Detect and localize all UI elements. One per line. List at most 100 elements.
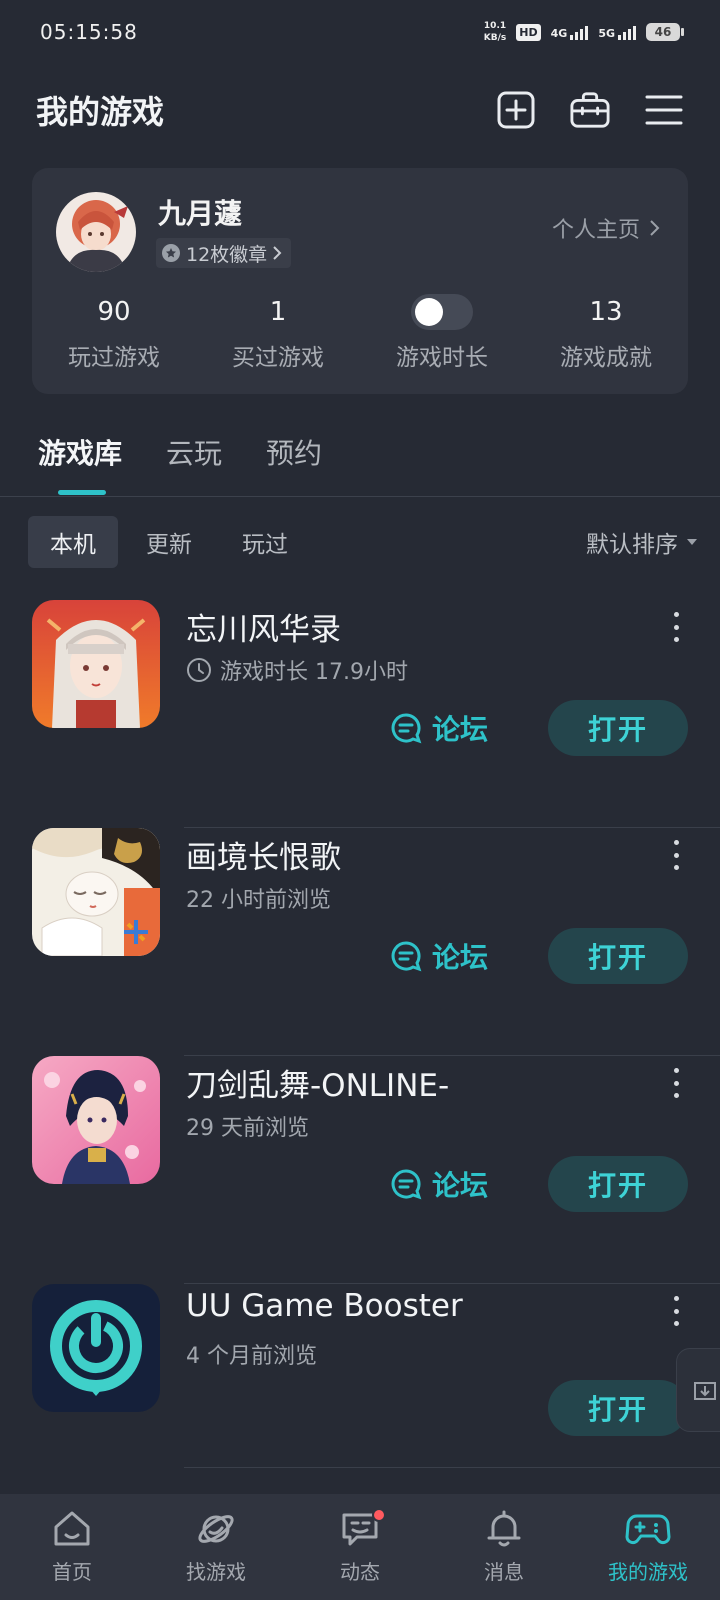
game-icon[interactable]: [32, 1284, 160, 1412]
medal-icon: [162, 244, 180, 262]
game-subtitle: 4 个月前浏览: [186, 1338, 317, 1370]
game-icon[interactable]: [32, 1056, 160, 1184]
forum-icon: [391, 1169, 422, 1200]
bottom-nav: 首页 找游戏 动态 消息 我的游戏: [0, 1494, 720, 1600]
status-bar: 05:15:58 10.1 KB/s HD 4G 5G 46: [0, 0, 720, 64]
nav-find-games[interactable]: 找游戏: [144, 1494, 288, 1600]
avatar[interactable]: [56, 192, 136, 272]
profile-home-link[interactable]: 个人主页: [552, 212, 660, 244]
forum-icon: [391, 941, 422, 972]
toolbox-icon[interactable]: [570, 90, 610, 130]
signal-4g-label: 4G: [550, 27, 568, 40]
game-row[interactable]: UU Game Booster 4 个月前浏览 打开: [0, 1284, 720, 1468]
open-button[interactable]: 打开: [548, 700, 688, 756]
profile-stats: 90 玩过游戏 1 买过游戏 游戏时长 13 游戏成就: [32, 294, 688, 372]
game-subtitle: 游戏时长 17.9小时: [186, 654, 408, 686]
network-speed-value: 10.1: [483, 21, 507, 31]
game-subtitle-text: 游戏时长 17.9小时: [220, 660, 408, 685]
notification-dot: [372, 1508, 386, 1522]
row-divider: [184, 1467, 720, 1468]
filter-bar: 本机 更新 玩过 默认排序: [28, 516, 698, 568]
more-options-icon[interactable]: [668, 1296, 684, 1326]
stat-played-games[interactable]: 90 玩过游戏: [32, 296, 196, 372]
network-speed-unit: KB/s: [483, 33, 507, 43]
chevron-right-icon: [273, 246, 282, 260]
header-actions: [496, 90, 684, 130]
page-title: 我的游戏: [36, 93, 165, 131]
nav-activity[interactable]: 动态: [288, 1494, 432, 1600]
stat-value: 90: [97, 297, 131, 327]
stat-achievements[interactable]: 13 游戏成就: [524, 296, 688, 372]
nav-my-games[interactable]: 我的游戏: [576, 1494, 720, 1600]
bell-icon: [487, 1510, 521, 1547]
nav-label: 我的游戏: [608, 1560, 688, 1584]
forum-label: 论坛: [432, 941, 489, 974]
sort-dropdown[interactable]: 默认排序: [586, 525, 698, 559]
floating-side-tab[interactable]: [676, 1348, 720, 1432]
filter-played[interactable]: 玩过: [220, 516, 310, 568]
game-subtitle: 29 天前浏览: [186, 1110, 309, 1142]
game-title: 忘川风华录: [186, 612, 341, 648]
nav-messages[interactable]: 消息: [432, 1494, 576, 1600]
game-row[interactable]: 忘川风华录 游戏时长 17.9小时 论坛 打开: [0, 600, 720, 828]
game-icon[interactable]: [32, 828, 160, 956]
signal-4g: 4G: [551, 24, 589, 40]
menu-icon[interactable]: [644, 90, 684, 130]
status-icons: 10.1 KB/s HD 4G 5G 46: [484, 20, 684, 44]
badges-chip[interactable]: 12枚徽章: [156, 238, 292, 268]
game-title: 画境长恨歌: [186, 840, 341, 876]
open-button[interactable]: 打开: [548, 928, 688, 984]
game-title: 刀剑乱舞-ONLINE-: [186, 1068, 450, 1104]
stat-label: 买过游戏: [232, 345, 324, 371]
filter-local[interactable]: 本机: [28, 516, 118, 568]
game-row[interactable]: 画境长恨歌 22 小时前浏览 论坛 打开: [0, 828, 720, 1056]
game-subtitle-text: 29 天前浏览: [186, 1116, 309, 1141]
clock-icon: [187, 658, 211, 682]
stat-value: 1: [269, 297, 287, 327]
forum-icon: [391, 713, 422, 744]
open-button[interactable]: 打开: [548, 1380, 688, 1436]
game-subtitle-text: 4 个月前浏览: [186, 1344, 317, 1369]
tab-cloud-play[interactable]: 云玩: [166, 432, 222, 472]
header: 我的游戏: [36, 80, 684, 140]
nav-label: 消息: [484, 1560, 524, 1584]
signal-icon: [570, 24, 589, 40]
status-time: 05:15:58: [40, 20, 138, 44]
caret-down-icon: [687, 539, 697, 545]
network-speed: 10.1 KB/s: [484, 20, 506, 44]
game-icon[interactable]: [32, 600, 160, 728]
play-time-toggle[interactable]: [411, 294, 473, 330]
more-options-icon[interactable]: [668, 1068, 684, 1098]
chevron-right-icon: [650, 220, 660, 236]
game-title: UU Game Booster: [186, 1288, 463, 1324]
stat-label: 游戏时长: [396, 345, 488, 371]
tab-reservations[interactable]: 预约: [266, 432, 322, 472]
tabs-divider: [0, 496, 720, 497]
main-tabs: 游戏库 云玩 预约: [38, 432, 322, 472]
signal-5g-label: 5G: [598, 27, 615, 40]
forum-label: 论坛: [432, 713, 489, 746]
profile-card: 九月蘧 12枚徽章 个人主页 90 玩过游戏 1 买过游戏 游戏时长 13 游戏…: [32, 168, 688, 394]
filter-updates[interactable]: 更新: [124, 516, 214, 568]
tab-indicator: [58, 490, 106, 495]
forum-button[interactable]: 论坛: [390, 936, 488, 976]
badges-count: 12枚徽章: [186, 243, 268, 266]
game-row[interactable]: 刀剑乱舞-ONLINE- 29 天前浏览 论坛 打开: [0, 1056, 720, 1284]
play-time-toggle-wrap: [411, 294, 473, 330]
stat-play-time: 游戏时长: [360, 294, 524, 372]
forum-label: 论坛: [432, 1169, 489, 1202]
open-button[interactable]: 打开: [548, 1156, 688, 1212]
nav-label: 动态: [340, 1560, 380, 1584]
stat-label: 玩过游戏: [68, 345, 160, 371]
nav-home[interactable]: 首页: [0, 1494, 144, 1600]
more-options-icon[interactable]: [668, 612, 684, 642]
profile-home-label: 个人主页: [551, 218, 640, 243]
tab-game-library[interactable]: 游戏库: [38, 432, 122, 472]
hd-icon: HD: [516, 23, 541, 41]
add-square-icon[interactable]: [496, 90, 536, 130]
forum-button[interactable]: 论坛: [390, 708, 488, 748]
gamepad-icon: [625, 1514, 671, 1545]
forum-button[interactable]: 论坛: [390, 1164, 488, 1204]
more-options-icon[interactable]: [668, 840, 684, 870]
stat-bought-games[interactable]: 1 买过游戏: [196, 296, 360, 372]
